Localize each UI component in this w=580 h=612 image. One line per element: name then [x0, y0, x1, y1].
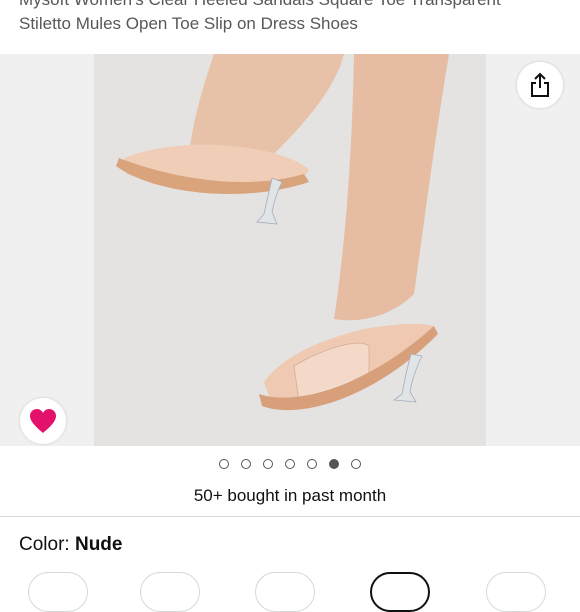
image-gallery[interactable] [0, 54, 580, 446]
pagination-dot[interactable] [351, 459, 361, 469]
pagination-dot[interactable] [307, 459, 317, 469]
color-swatches[interactable] [0, 572, 580, 612]
color-swatch[interactable] [486, 572, 546, 612]
color-selection-label: Color: Nude [19, 534, 122, 556]
share-button[interactable] [517, 62, 563, 108]
pagination-dot[interactable] [219, 459, 229, 469]
product-image[interactable] [94, 54, 486, 446]
product-title: Mysoft Women's Clear Heeled Sandals Squa… [19, 0, 559, 36]
pagination-dot[interactable] [285, 459, 295, 469]
pagination-dot-active[interactable] [329, 459, 339, 469]
pagination-dot[interactable] [241, 459, 251, 469]
color-swatch[interactable] [28, 572, 88, 612]
pagination-dot[interactable] [263, 459, 273, 469]
image-pagination[interactable] [0, 456, 580, 472]
product-title-line-2: Stiletto Mules Open Toe Slip on Dress Sh… [19, 14, 358, 33]
favorite-button[interactable] [20, 398, 66, 444]
bought-in-past-month: 50+ bought in past month [193, 486, 387, 505]
color-value: Nude [74, 534, 123, 555]
product-title-line-1: Mysoft Women's Clear Heeled Sandals Squa… [19, 0, 559, 12]
product-photo-illustration [94, 54, 486, 446]
section-divider [0, 516, 580, 517]
share-icon [531, 72, 549, 97]
color-swatch-selected[interactable] [370, 572, 430, 612]
color-swatch[interactable] [140, 572, 200, 612]
heart-icon [30, 409, 56, 433]
color-swatch[interactable] [255, 572, 315, 612]
color-label: Color: [19, 534, 75, 555]
